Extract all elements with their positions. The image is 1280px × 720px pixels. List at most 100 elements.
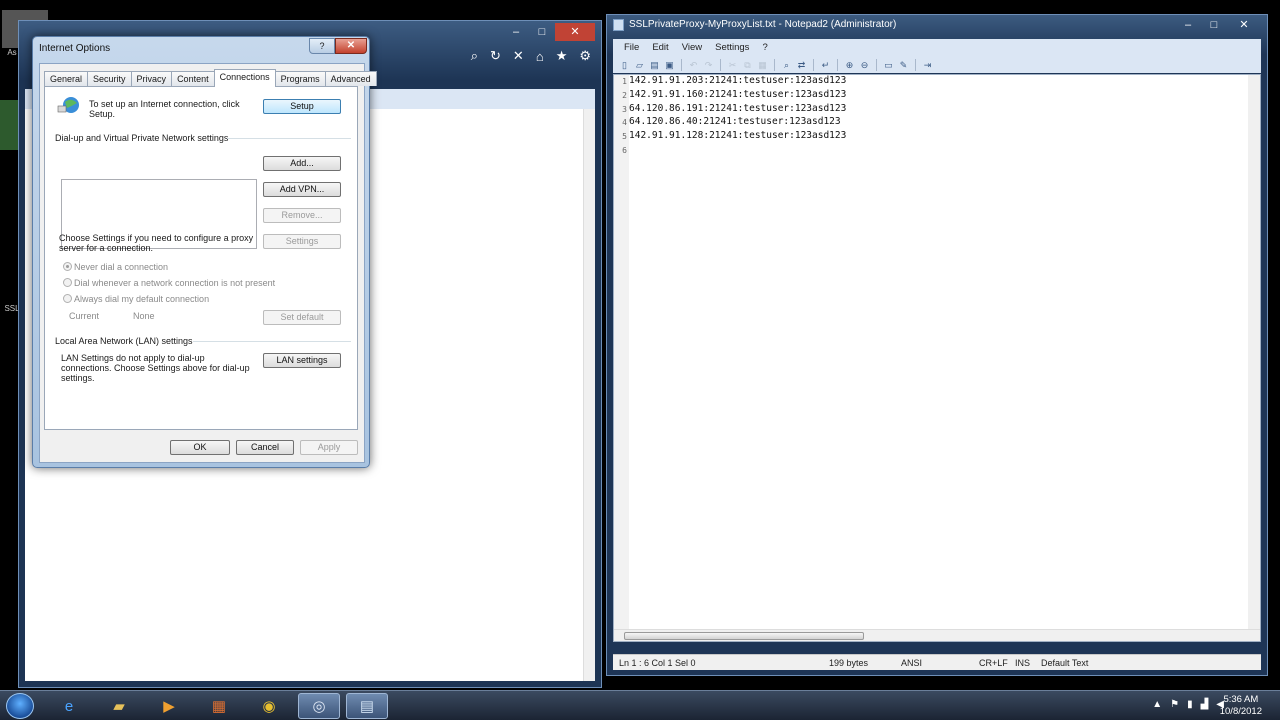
add-vpn-button[interactable]: Add VPN...: [263, 182, 341, 197]
home-icon[interactable]: ⌂: [536, 49, 544, 64]
close-button[interactable]: ✕: [335, 38, 367, 54]
status-encoding[interactable]: ANSI: [901, 658, 922, 668]
status-line-endings[interactable]: CR+LF: [979, 658, 1008, 668]
scrollbar-thumb[interactable]: [624, 632, 864, 640]
status-scheme[interactable]: Default Text: [1041, 658, 1088, 668]
taskbar-clock[interactable]: 5:36 AM 10/8/2012: [1220, 694, 1262, 718]
lan-settings-button[interactable]: LAN settings: [263, 353, 341, 368]
radio-dial-whenever[interactable]: [63, 278, 72, 287]
browser-scrollbar[interactable]: [583, 109, 595, 681]
tab-general[interactable]: General: [44, 71, 89, 86]
tab-content[interactable]: Content: [171, 71, 215, 86]
new-file-icon[interactable]: ▯: [619, 60, 630, 71]
action-center-flag-icon[interactable]: ⚑: [1170, 699, 1179, 710]
dialup-group-label: Dial-up and Virtual Private Network sett…: [55, 133, 229, 143]
add-button[interactable]: Add...: [263, 156, 341, 171]
chrome-icon[interactable]: ◉: [248, 693, 290, 719]
current-value: None: [133, 311, 155, 321]
tab-privacy[interactable]: Privacy: [130, 71, 173, 86]
internet-explorer-icon[interactable]: e: [48, 693, 90, 719]
tab-advanced[interactable]: Advanced: [324, 71, 377, 86]
line-number: 3: [622, 105, 627, 114]
tab-programs[interactable]: Programs: [274, 71, 326, 86]
tab-security[interactable]: Security: [87, 71, 132, 86]
stop-icon[interactable]: ✕: [513, 48, 524, 64]
close-icon[interactable]: ✕: [555, 23, 595, 41]
toolbar: ▯ ▱ ▤ ▣ ↶ ↷ ✂ ⧉ ▦ ⌕ ⇄ ↵ ⊕ ⊖ ▭ ✎ ⇥: [613, 57, 1261, 73]
minimize-icon[interactable]: ‒: [1175, 16, 1201, 34]
vertical-scrollbar[interactable]: [1248, 75, 1260, 629]
internet-options-task-icon[interactable]: ◎: [298, 693, 340, 719]
menu-view[interactable]: View: [677, 39, 710, 57]
customize-icon[interactable]: ✎: [898, 60, 909, 71]
toolbar-separator: [774, 59, 775, 71]
settings-button[interactable]: Settings: [263, 234, 341, 249]
cancel-button[interactable]: Cancel: [236, 440, 294, 455]
horizontal-scrollbar[interactable]: [614, 629, 1260, 641]
help-button[interactable]: ?: [309, 38, 335, 54]
word-wrap-icon[interactable]: ↵: [820, 60, 831, 71]
media-center-icon[interactable]: ▦: [198, 693, 240, 719]
radio-never-dial[interactable]: [63, 262, 72, 271]
zoom-in-icon[interactable]: ⊕: [844, 60, 855, 71]
menu-help[interactable]: ?: [757, 39, 775, 57]
group-divider: [227, 138, 351, 139]
search-icon[interactable]: ⌕: [471, 48, 478, 64]
set-default-button[interactable]: Set default: [263, 310, 341, 325]
browser-toolbar: ⌕ ↻ ✕ ⌂ ★ ⚙: [349, 45, 599, 67]
network-icon[interactable]: ▟: [1201, 699, 1209, 710]
setup-description: To set up an Internet connection, click …: [89, 99, 240, 119]
copy-icon[interactable]: ⧉: [742, 60, 753, 71]
proxy-description: Choose Settings if you need to configure…: [59, 233, 254, 253]
maximize-icon[interactable]: □: [529, 23, 555, 41]
radio-always-dial[interactable]: [63, 294, 72, 303]
system-tray: ▲ ⚑ ▮ ▟ ◀: [1152, 699, 1224, 710]
remove-button[interactable]: Remove...: [263, 208, 341, 223]
text-editor[interactable]: 1 2 3 4 5 6 142.91.91.203:21241:testuser…: [613, 74, 1261, 642]
text-line: 142.91.91.128:21241:testuser:123asd123: [629, 130, 847, 141]
start-button[interactable]: [6, 693, 34, 719]
undo-icon[interactable]: ↶: [688, 60, 699, 71]
status-bar: Ln 1 : 6 Col 1 Sel 0 199 bytes ANSI CR+L…: [613, 654, 1261, 670]
desktop-icon[interactable]: [0, 100, 18, 150]
file-explorer-icon[interactable]: ▰: [98, 693, 140, 719]
status-insert-mode: INS: [1015, 658, 1031, 668]
apply-button[interactable]: Apply: [300, 440, 358, 455]
save-icon[interactable]: ▣: [664, 60, 675, 71]
menu-edit[interactable]: Edit: [647, 39, 676, 57]
cut-icon[interactable]: ✂: [727, 60, 738, 71]
zoom-out-icon[interactable]: ⊖: [859, 60, 870, 71]
text-line: 64.120.86.191:21241:testuser:123asd123: [629, 103, 847, 114]
replace-icon[interactable]: ⇄: [796, 60, 807, 71]
favorites-star-icon[interactable]: ★: [556, 48, 568, 64]
media-player-icon[interactable]: ▶: [148, 693, 190, 719]
notepad-app-icon: [613, 19, 624, 31]
line-number: 4: [622, 118, 627, 127]
tab-connections[interactable]: Connections: [213, 69, 276, 87]
close-icon[interactable]: ✕: [1227, 16, 1261, 34]
minimize-icon[interactable]: ‒: [503, 23, 529, 41]
text-line: 142.91.91.160:21241:testuser:123asd123: [629, 89, 847, 100]
open-folder-icon[interactable]: ▱: [634, 60, 645, 71]
maximize-icon[interactable]: □: [1201, 16, 1227, 34]
safely-remove-icon[interactable]: ▮: [1187, 699, 1193, 710]
menu-settings[interactable]: Settings: [710, 39, 757, 57]
scheme-icon[interactable]: ▭: [883, 60, 894, 71]
toolbar-separator: [876, 59, 877, 71]
paste-icon[interactable]: ▦: [757, 60, 768, 71]
redo-icon[interactable]: ↷: [703, 60, 714, 71]
ok-button[interactable]: OK: [170, 440, 230, 455]
exit-icon[interactable]: ⇥: [922, 60, 933, 71]
line-number: 2: [622, 91, 627, 100]
menu-file[interactable]: File: [619, 39, 647, 57]
gear-icon[interactable]: ⚙: [579, 48, 591, 64]
radio-never-dial-label: Never dial a connection: [74, 262, 169, 272]
browse-icon[interactable]: ▤: [649, 60, 660, 71]
connections-panel: To set up an Internet connection, click …: [44, 86, 358, 430]
show-hidden-icons-icon[interactable]: ▲: [1152, 699, 1162, 710]
find-icon[interactable]: ⌕: [781, 60, 792, 71]
setup-button[interactable]: Setup: [263, 99, 341, 114]
notepad-task-icon[interactable]: ▤: [346, 693, 388, 719]
toolbar-separator: [720, 59, 721, 71]
refresh-icon[interactable]: ↻: [490, 48, 501, 64]
